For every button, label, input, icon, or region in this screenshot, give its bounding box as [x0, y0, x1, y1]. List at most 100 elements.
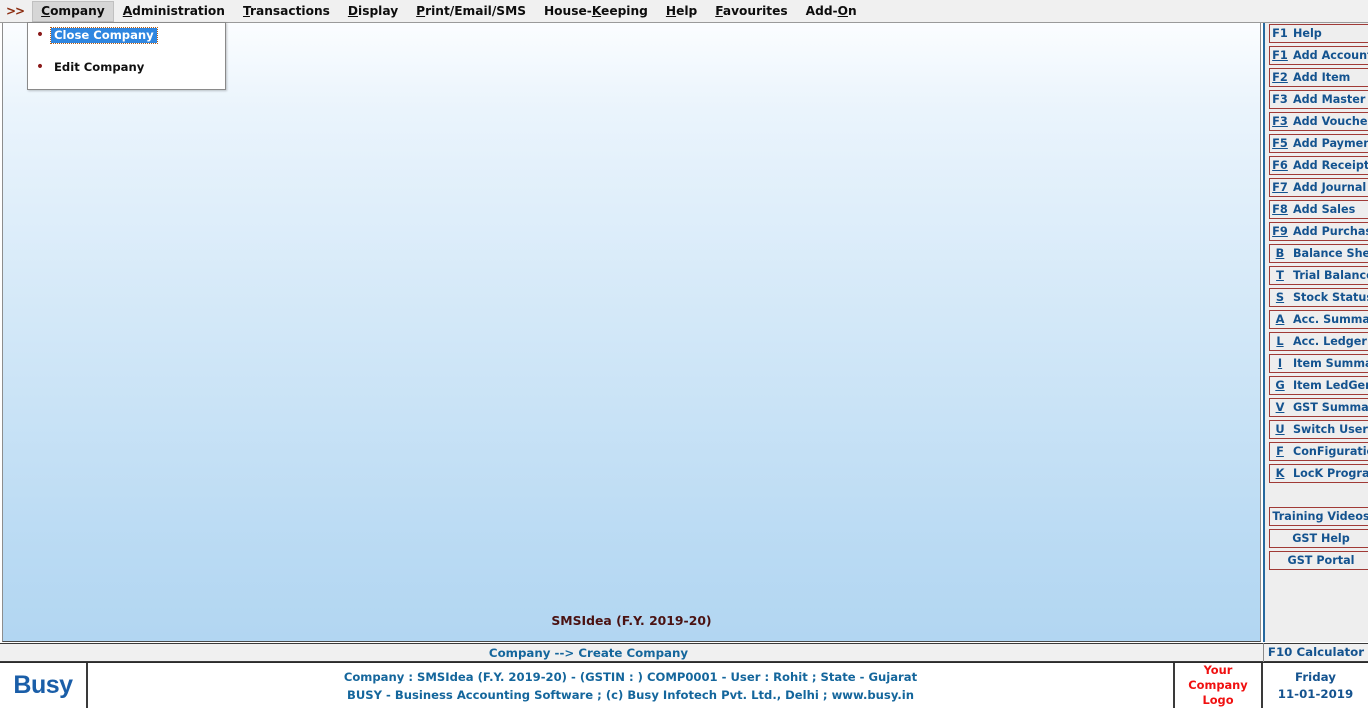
shortcut-label: Add Master — [1293, 93, 1366, 106]
shortcut-acc-ledger[interactable]: L Acc. Ledger — [1269, 332, 1368, 351]
shortcut-label: Add Voucher — [1293, 115, 1368, 128]
menu-item-house-keeping[interactable]: House-Keeping — [535, 1, 657, 22]
shortcut-add-account[interactable]: F1 Add Account — [1269, 46, 1368, 65]
footer-date-block: Friday 11-01-2019 — [1263, 663, 1368, 708]
shortcut-key: I — [1277, 356, 1283, 370]
shortcut-link-label: GST Portal — [1287, 554, 1355, 567]
company-dropdown-items: • Close Company • Edit Company — [28, 26, 225, 75]
shortcut-label: GST Summary — [1293, 401, 1368, 414]
footer-day: Friday — [1295, 669, 1336, 684]
company-logo-line-1: Your — [1203, 663, 1233, 677]
shortcut-configuration[interactable]: F ConFiguration — [1269, 442, 1368, 461]
shortcut-label: Add Receipt — [1293, 159, 1368, 172]
shortcut-key: T — [1276, 268, 1284, 282]
workspace-canvas: SMSIdea (F.Y. 2019-20) — [2, 23, 1261, 642]
shortcut-key: F — [1276, 444, 1284, 458]
shortcut-key: F6 — [1272, 158, 1288, 172]
shortcut-balance-sheet[interactable]: B Balance Sheet — [1269, 244, 1368, 263]
shortcut-key: U — [1275, 422, 1285, 436]
shortcut-item-ledger[interactable]: G Item LedGer — [1269, 376, 1368, 395]
shortcut-label: Item Summary — [1293, 357, 1368, 370]
shortcut-add-receipt[interactable]: F6 Add Receipt — [1269, 156, 1368, 175]
dropdown-separator — [28, 44, 225, 59]
shortcut-label: Acc. Summary — [1293, 313, 1368, 326]
shortcut-link-gst-portal[interactable]: GST Portal — [1269, 551, 1368, 570]
menu-expand-arrows-icon[interactable]: >> — [6, 4, 25, 18]
shortcut-label: Add Purchase — [1293, 225, 1368, 238]
shortcut-switch-user[interactable]: U Switch User — [1269, 420, 1368, 439]
shortcut-label: ConFiguration — [1293, 445, 1368, 458]
shortcut-link-training-videos[interactable]: Training Videos — [1269, 507, 1368, 526]
shortcut-label: Balance Sheet — [1293, 247, 1368, 260]
shortcut-gst-summary[interactable]: V GST Summary — [1269, 398, 1368, 417]
shortcut-key: L — [1276, 334, 1284, 348]
shortcut-add-payment[interactable]: F5 Add Payment — [1269, 134, 1368, 153]
busy-logo: Busy — [0, 663, 88, 708]
shortcut-key: F5 — [1272, 136, 1288, 150]
shortcut-label: Stock Status — [1293, 291, 1368, 304]
menu-accelerator: H — [665, 3, 677, 18]
menu-item-help[interactable]: Help — [657, 1, 706, 22]
shortcut-key: F8 — [1272, 202, 1288, 216]
bullet-icon: • — [35, 59, 45, 75]
company-logo-line-3: Logo — [1202, 693, 1234, 707]
shortcut-add-item[interactable]: F2 Add Item — [1269, 68, 1368, 87]
shortcut-link-label: GST Help — [1292, 532, 1350, 545]
shortcut-lock-program[interactable]: K LocK Program — [1269, 464, 1368, 483]
menu-item-administration[interactable]: Administration — [114, 1, 234, 22]
shortcut-panel-spacer — [1265, 483, 1368, 504]
shortcut-key: B — [1275, 246, 1285, 260]
workspace-company-banner: SMSIdea (F.Y. 2019-20) — [551, 613, 712, 628]
shortcut-link-label: Training Videos — [1272, 510, 1368, 523]
shortcut-keys-list: F1 Help F1 Add Account F2 Add Item F3 Add Maste… — [1265, 24, 1368, 570]
shortcut-add-voucher[interactable]: F3 Add Voucher — [1269, 112, 1368, 131]
shortcut-key: S — [1275, 290, 1285, 304]
shortcut-key: V — [1275, 400, 1285, 414]
busy-app-window: >> Company Administration Transactions Disp… — [0, 0, 1368, 708]
shortcut-add-purchase[interactable]: F9 Add Purchase — [1269, 222, 1368, 241]
busy-logo-text: Busy — [13, 671, 73, 699]
dropdown-item-label: Edit Company — [54, 59, 145, 74]
dropdown-item-close-company[interactable]: • Close Company — [28, 26, 225, 44]
shortcut-key: K — [1275, 466, 1285, 480]
main-menu-bar: >> Company Administration Transactions Disp… — [0, 0, 1368, 23]
company-dropdown-menu: • Close Company • Edit Company — [27, 22, 226, 90]
shortcut-add-master[interactable]: F3 Add Master — [1269, 90, 1368, 109]
shortcut-item-summary[interactable]: I Item Summary — [1269, 354, 1368, 373]
menu-accelerator: P — [416, 3, 426, 18]
shortcut-key: F1 — [1272, 48, 1288, 62]
company-logo-placeholder[interactable]: Your Company Logo — [1175, 663, 1263, 708]
shortcut-label: Help — [1293, 27, 1322, 40]
shortcut-stock-status[interactable]: S Stock Status — [1269, 288, 1368, 307]
shortcut-key: F2 — [1272, 70, 1288, 84]
f10-calculator-button[interactable]: F10 Calculator — [1263, 643, 1368, 662]
menu-item-company[interactable]: Company — [32, 0, 114, 22]
shortcut-add-sales[interactable]: F8 Add Sales — [1269, 200, 1368, 219]
shortcut-key: F3 — [1272, 92, 1288, 106]
shortcut-label: Add Payment — [1293, 137, 1368, 150]
shortcut-add-journal[interactable]: F7 Add Journal — [1269, 178, 1368, 197]
shortcut-label: LocK Program — [1293, 467, 1368, 480]
menu-item-favourites[interactable]: Favourites — [706, 1, 796, 22]
shortcut-label: Acc. Ledger — [1293, 335, 1367, 348]
shortcut-label: Add Item — [1293, 71, 1351, 84]
menu-accelerator: D — [347, 3, 359, 18]
status-bar-path: Company --> Create Company — [488, 645, 689, 660]
shortcut-key: F7 — [1272, 180, 1288, 194]
dropdown-item-edit-company[interactable]: • Edit Company — [28, 59, 225, 75]
shortcut-link-gst-help[interactable]: GST Help — [1269, 529, 1368, 548]
shortcut-acc-summary[interactable]: A Acc. Summary — [1269, 310, 1368, 329]
footer-date: 11-01-2019 — [1277, 686, 1354, 701]
menu-item-display[interactable]: Display — [339, 1, 407, 22]
menu-item-transactions[interactable]: Transactions — [234, 1, 339, 22]
menu-items-host: Company Administration Transactions Display… — [32, 0, 866, 22]
company-logo-line-2: Company — [1188, 678, 1248, 692]
shortcut-trial-balance[interactable]: T Trial Balance — [1269, 266, 1368, 285]
menu-accelerator: F — [715, 3, 723, 18]
menu-accelerator: A — [122, 3, 133, 18]
shortcut-label: Item LedGer — [1293, 379, 1368, 392]
menu-item-add-on[interactable]: Add-On — [797, 1, 866, 22]
menu-item-print-email-sms[interactable]: Print/Email/SMS — [407, 1, 535, 22]
shortcut-help[interactable]: F1 Help — [1269, 24, 1368, 43]
shortcut-label: Add Account — [1293, 49, 1368, 62]
